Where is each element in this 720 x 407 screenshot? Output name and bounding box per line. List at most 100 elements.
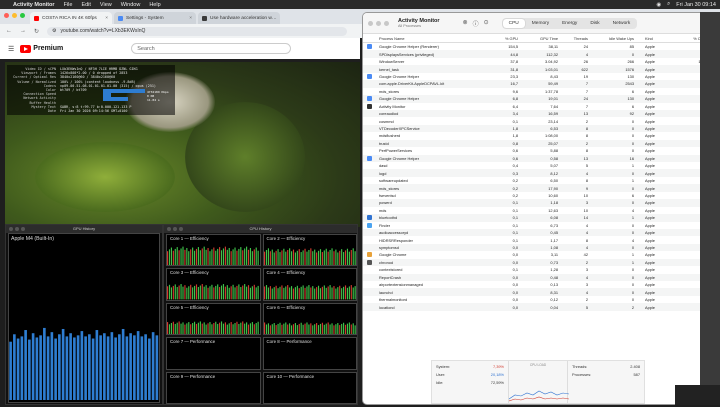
- table-row[interactable]: VTDecoderXPCService1,86,5380Apple0,0: [363, 125, 711, 132]
- close-window-button[interactable]: [368, 21, 373, 26]
- youtube-logo[interactable]: Premium: [20, 45, 63, 53]
- forward-icon[interactable]: →: [20, 28, 26, 34]
- table-row[interactable]: bluetoothd0,16,08141Apple0,0: [363, 214, 711, 221]
- table-row[interactable]: Google Chrome0,03,11421Apple0,0: [363, 251, 711, 258]
- zoom-window-button[interactable]: [21, 227, 25, 231]
- column-process-name[interactable]: Process Name: [363, 36, 491, 41]
- hamburger-menu-icon[interactable]: ☰: [8, 45, 14, 53]
- tab-cpu[interactable]: CPU: [503, 19, 525, 28]
- close-window-button[interactable]: [9, 227, 13, 231]
- close-window-button[interactable]: [167, 227, 171, 231]
- youtube-search-input[interactable]: Search: [131, 43, 291, 54]
- minimize-window-button[interactable]: [376, 21, 381, 26]
- video-player[interactable]: Video ID / sCPNLXb3EKWsInQ / NF3H 7LIE H…: [5, 62, 360, 227]
- close-tab-icon[interactable]: ×: [189, 16, 192, 21]
- table-row[interactable]: WindowServer37,83.04,9226266Apple15,8: [363, 58, 711, 65]
- tab-network[interactable]: Network: [607, 19, 637, 28]
- table-row[interactable]: trustd0,825,0720Apple0,0: [363, 140, 711, 147]
- table-row[interactable]: Google Chrome Helper6,819,0124130Apple0,…: [363, 95, 711, 102]
- activity-monitor-window[interactable]: Activity Monitor All Processes ⊗ ⓘ ⊙ CPU…: [362, 12, 712, 405]
- process-idle-wake-ups-text: 0: [632, 223, 634, 228]
- table-row[interactable]: Finder0,16,7340Apple0,0: [363, 222, 711, 229]
- table-row[interactable]: HIDRSRResponder0,11,1784Apple0,0: [363, 236, 711, 243]
- address-bar[interactable]: ⚙ youtube.com/watch?v=LXb3EKWsInQ: [47, 27, 347, 36]
- table-row[interactable]: coreaudiod3,416,591392Apple0,0: [363, 110, 711, 117]
- process-gpu-time: 3.04,92: [521, 59, 561, 64]
- column-gpu-time[interactable]: GPU Time: [521, 36, 561, 41]
- table-row[interactable]: launchd0,08,3140Apple0,0: [363, 288, 711, 295]
- gpu-history-titlebar[interactable]: GPU History: [6, 225, 162, 233]
- table-row[interactable]: mds0,112,63104Apple0,0: [363, 207, 711, 214]
- table-row[interactable]: powerd0,11,1830Apple0,0: [363, 199, 711, 206]
- tab-memory[interactable]: Memory: [526, 19, 555, 28]
- table-row[interactable]: fseventsd0,210,60106Apple0,0: [363, 192, 711, 199]
- process-name: thermalmonitord: [363, 297, 491, 302]
- table-row[interactable]: mds_stores9,61:37,7876Apple0,0: [363, 88, 711, 95]
- tab-title: Use hardware acceleration w…: [210, 16, 277, 21]
- cpu-history-titlebar[interactable]: CPU History: [164, 225, 357, 233]
- process-kind-text: Apple: [645, 119, 655, 124]
- tab-disk[interactable]: Disk: [584, 19, 605, 28]
- zoom-window-button[interactable]: [179, 227, 183, 231]
- menu-item-window[interactable]: Window: [121, 2, 141, 8]
- reload-icon[interactable]: ↻: [34, 28, 39, 35]
- minimize-window-button[interactable]: [15, 227, 19, 231]
- close-window-button[interactable]: [4, 13, 9, 18]
- menu-item-view[interactable]: View: [100, 2, 112, 8]
- table-row[interactable]: logd0,38,1240Apple0,0: [363, 169, 711, 176]
- table-row[interactable]: PerfPowerServices0,65,8880Apple0,0: [363, 147, 711, 154]
- info-icon[interactable]: ⓘ: [473, 19, 479, 28]
- menu-clock[interactable]: Fri Jan 30 09:14: [676, 2, 716, 8]
- table-row[interactable]: mds_stores0,217,9090Apple0,0: [363, 184, 711, 191]
- browser-tab-settings[interactable]: Settings - System ×: [114, 12, 196, 24]
- menu-item-file[interactable]: File: [64, 2, 73, 8]
- process-name: trustd: [363, 141, 491, 146]
- table-row[interactable]: cosmmd0,123,1420Apple0,0: [363, 117, 711, 124]
- table-row[interactable]: SPDisplaysServices (privileged)44,8112,3…: [363, 50, 711, 57]
- table-row[interactable]: kernel_task31,81:03,016221576Apple6,9: [363, 65, 711, 72]
- table-row[interactable]: chronod0,00,7321Apple0,0: [363, 259, 711, 266]
- table-row[interactable]: Google Chrome Helper0,60,581316Apple0,0: [363, 155, 711, 162]
- table-row[interactable]: ReportCrash0,00,4840Apple0,0: [363, 274, 711, 281]
- zoom-window-button[interactable]: [20, 13, 25, 18]
- table-row[interactable]: locationd0,00,0452Apple0,0: [363, 303, 711, 310]
- search-icon[interactable]: ⌕: [667, 1, 670, 8]
- minimize-window-button[interactable]: [173, 227, 177, 231]
- cpu-load-bar: [206, 250, 207, 266]
- table-row[interactable]: Google Chrome Helper23,38,4319130Apple0,…: [363, 73, 711, 80]
- table-row[interactable]: contextstored0,11,2830Apple0,0: [363, 266, 711, 273]
- wifi-icon[interactable]: ◉: [656, 2, 661, 8]
- gpu-history-window[interactable]: GPU History Apple M4 (Built-In): [5, 224, 163, 405]
- zoom-window-button[interactable]: [384, 21, 389, 26]
- table-row[interactable]: mdsflusherd1,81:08,0080Apple0,0: [363, 132, 711, 139]
- column-idle-wake-ups[interactable]: Idle Wake Ups: [591, 36, 637, 41]
- table-row[interactable]: airportextensionmanaged0,00,1330Apple0,0: [363, 281, 711, 288]
- minimize-window-button[interactable]: [12, 13, 17, 18]
- table-row[interactable]: symptomsd0,01,0840Apple0,0: [363, 244, 711, 251]
- stop-process-icon[interactable]: ⊗: [463, 19, 468, 28]
- back-icon[interactable]: ←: [6, 28, 12, 34]
- column-gpu[interactable]: % GPU: [491, 36, 521, 41]
- close-tab-icon[interactable]: ×: [105, 16, 108, 21]
- table-row[interactable]: thermalmonitord0,00,1220Apple0,0: [363, 296, 711, 303]
- cpu-core-label: Core 6 — Efficiency: [267, 305, 306, 310]
- menu-item-edit[interactable]: Edit: [81, 2, 90, 8]
- table-row[interactable]: Google Chrome Helper (Renderer)154,538,1…: [363, 43, 711, 50]
- menu-item-help[interactable]: Help: [149, 2, 160, 8]
- site-info-icon[interactable]: ⚙: [52, 28, 56, 34]
- column-kind[interactable]: Kind: [637, 36, 681, 41]
- gpu-load-bar: [96, 330, 99, 400]
- more-options-icon[interactable]: ⊙: [484, 19, 489, 28]
- table-row[interactable]: com.apple.DriverKit-AppleDCPAVL.kit16,75…: [363, 80, 711, 87]
- browser-tab-help[interactable]: Use hardware acceleration w… ×: [198, 12, 280, 24]
- table-row[interactable]: dasd0,45,0751Apple0,0: [363, 162, 711, 169]
- table-row[interactable]: softwareupdated0,26,5081Apple0,0: [363, 177, 711, 184]
- cpu-history-window[interactable]: CPU History Core 1 — EfficiencyCore 2 — …: [163, 224, 358, 405]
- menu-app-name[interactable]: Activity Monitor: [13, 2, 55, 8]
- table-row[interactable]: audioaccessoryd0,10,4540Apple0,0: [363, 229, 711, 236]
- column-threads[interactable]: Threads: [561, 36, 591, 41]
- browser-tab-youtube[interactable]: COSTA RICA IN 4K 60fps ×: [30, 12, 112, 24]
- cpu-load-bar: [300, 287, 301, 300]
- table-row[interactable]: Activity Monitor6,47,6476Apple0,0: [363, 103, 711, 110]
- tab-energy[interactable]: Energy: [556, 19, 583, 28]
